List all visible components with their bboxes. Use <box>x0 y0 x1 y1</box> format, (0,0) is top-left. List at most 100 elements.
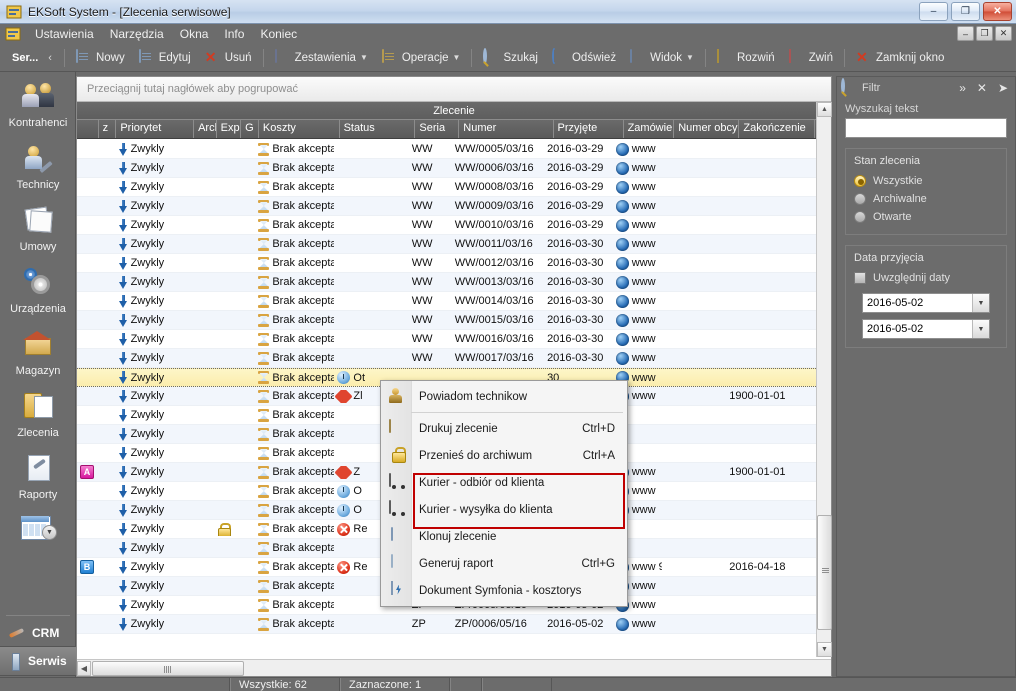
sidebar-item-technicy[interactable]: Technicy <box>0 134 76 196</box>
menu-item-koniec[interactable]: Koniec <box>252 25 305 43</box>
toolbar-button-edytuj[interactable]: Edytuj <box>132 47 198 69</box>
report-doc-icon <box>389 553 407 573</box>
column-header-g[interactable]: G <box>241 120 259 138</box>
sidebar-item-crm[interactable]: CRM <box>0 620 76 646</box>
chevron-down-icon[interactable]: ▼ <box>42 525 57 540</box>
close-button[interactable]: ✕ <box>983 2 1012 21</box>
column-header-prio[interactable]: Priorytet <box>116 120 195 138</box>
toolbar-button-usun[interactable]: ✕ Usuń <box>198 47 259 69</box>
menu-item-okna[interactable]: Okna <box>172 25 217 43</box>
context-menu-item-report-doc[interactable]: Generuj raport Ctrl+G <box>381 550 627 577</box>
pin-icon[interactable]: ➤ <box>995 81 1011 95</box>
chevron-down-icon: ▼ <box>686 53 694 62</box>
priority-arrow-icon <box>118 371 128 384</box>
scroll-left-arrow[interactable]: ◀ <box>77 660 91 676</box>
toolbar-tab-label[interactable]: Ser... <box>0 52 46 64</box>
column-header-status[interactable]: Status <box>340 120 416 138</box>
toolbar-button-szukaj[interactable]: Szukaj <box>476 47 545 69</box>
toolbar-button-zamknij-okno[interactable]: ✕ Zamknij okno <box>849 47 951 69</box>
cell-seria: WW <box>409 295 452 307</box>
vertical-scroll-thumb[interactable] <box>817 515 832 630</box>
minimize-button[interactable]: – <box>919 2 948 21</box>
column-header-zamowie[interactable]: Zamówie <box>624 120 675 138</box>
column-header-numer[interactable]: Numer <box>459 120 554 138</box>
context-menu-item-clone[interactable]: Klonuj zlecenie <box>381 523 627 550</box>
grid-vertical-scrollbar[interactable]: ▲ ▼ <box>816 102 832 657</box>
column-header-seria[interactable]: Seria <box>415 120 460 138</box>
toolbar-button-zestawienia[interactable]: Zestawienia ▼ <box>268 47 375 69</box>
toolbar-button-widok[interactable]: Widok ▼ <box>623 47 701 69</box>
close-icon[interactable]: ✕ <box>974 81 990 95</box>
radio-wszystkie[interactable]: Wszystkie <box>854 172 998 190</box>
table-row[interactable]: Zwykly Brak akceptacj WW WW/0009/03/16 2016-… <box>77 197 816 216</box>
report-icon <box>21 454 55 486</box>
sidebar-item-zlecenia[interactable]: Zlecenia <box>0 382 76 444</box>
table-row[interactable]: Zwykly Brak akceptacj WW WW/0014/03/16 2016-… <box>77 292 816 311</box>
sidebar-item-urzadzenia[interactable]: Urządzenia <box>0 258 76 320</box>
grid-horizontal-scrollbar[interactable]: ◀ <box>77 659 831 676</box>
menu-item-narzedzia[interactable]: Narzędzia <box>102 25 172 43</box>
mdi-close-button[interactable]: ✕ <box>995 26 1012 41</box>
radio-otwarte[interactable]: Otwarte <box>854 208 998 226</box>
toolbar-collapse-icon[interactable]: ‹ <box>46 52 60 64</box>
toolbar-button-odswiez[interactable]: Odśwież <box>545 47 623 69</box>
column-header-przyjete[interactable]: Przyjęte <box>554 120 624 138</box>
sidebar-item-serwis[interactable]: Serwis <box>0 646 76 676</box>
sidebar-item-raporty[interactable]: Raporty <box>0 444 76 506</box>
search-input[interactable] <box>845 118 1007 138</box>
context-menu-item-print[interactable]: Drukuj zlecenie Ctrl+D <box>381 415 627 442</box>
sidebar-item-kontrahenci[interactable]: Kontrahenci <box>0 72 76 134</box>
table-row[interactable]: Zwykly Brak akceptacj WW WW/0006/03/16 2016-… <box>77 159 816 178</box>
checkbox-uwzglednij-daty[interactable]: Uwzględnij daty <box>854 269 998 287</box>
group-by-panel[interactable]: Przeciągnij tutaj nagłówek aby pogrupowa… <box>77 77 831 102</box>
column-header-arch[interactable]: Arch <box>194 120 217 138</box>
date-from-field[interactable]: 2016-05-02 ▼ <box>862 293 990 313</box>
radio-archiwalne[interactable]: Archiwalne <box>854 190 998 208</box>
scroll-up-arrow[interactable]: ▲ <box>817 102 832 117</box>
column-header-exp[interactable]: Exp <box>217 120 242 138</box>
menu-item-info[interactable]: Info <box>216 25 252 43</box>
column-header-badge[interactable] <box>77 120 99 138</box>
table-row[interactable]: Zwykly Brak akceptacj WW WW/0010/03/16 2016-… <box>77 216 816 235</box>
auto-hide-forward-icon[interactable]: » <box>956 81 969 95</box>
mdi-restore-button[interactable]: ❐ <box>976 26 993 41</box>
sidebar-item-calendar[interactable]: ▼ <box>0 506 76 556</box>
context-menu-item-courier-send[interactable]: Kurier - wysyłka do klienta <box>381 496 627 523</box>
column-header-z[interactable]: z <box>99 120 117 138</box>
horizontal-scroll-thumb[interactable] <box>92 660 244 676</box>
context-menu-item-courier-pickup[interactable]: Kurier - odbiór od klienta <box>381 469 627 496</box>
cell-badge: B <box>77 560 98 574</box>
table-row[interactable]: Zwykly Brak akceptacj WW WW/0015/03/16 2016-… <box>77 311 816 330</box>
table-row[interactable]: Zwykly Brak akceptacj ZP ZP/0006/05/16 2016-… <box>77 615 816 634</box>
restore-button[interactable]: ❐ <box>951 2 980 21</box>
table-row[interactable]: Zwykly Brak akceptacj WW WW/0016/03/16 2016-… <box>77 330 816 349</box>
toolbar-button-nowy[interactable]: Nowy <box>69 47 132 69</box>
chevron-down-icon[interactable]: ▼ <box>972 320 989 338</box>
numer-value: WW/0008/03/16 <box>454 181 534 193</box>
toolbar-separator <box>262 48 264 67</box>
toolbar-button-zwin[interactable]: Zwiń <box>782 47 840 69</box>
scroll-down-arrow[interactable]: ▼ <box>817 642 832 657</box>
table-row[interactable]: Zwykly Brak akceptacj WW WW/0013/03/16 2016-… <box>77 273 816 292</box>
date-to-field[interactable]: 2016-05-02 ▼ <box>862 319 990 339</box>
toolbar-button-rozwin[interactable]: Rozwiń <box>710 47 782 69</box>
sidebar-item-magazyn[interactable]: Magazyn <box>0 320 76 382</box>
mdi-minimize-button[interactable]: – <box>957 26 974 41</box>
chevron-down-icon[interactable]: ▼ <box>972 294 989 312</box>
sidebar-item-umowy[interactable]: Umowy <box>0 196 76 258</box>
table-row[interactable]: Zwykly Brak akceptacj WW WW/0011/03/16 2016-… <box>77 235 816 254</box>
context-menu-item-notify-technicians[interactable]: Powiadom technikow <box>381 383 627 410</box>
table-row[interactable]: Zwykly Brak akceptacj WW WW/0005/03/16 2016-… <box>77 140 816 159</box>
column-header-koszty[interactable]: Koszty <box>259 120 340 138</box>
toolbar-button-operacje[interactable]: Operacje ▼ <box>375 47 468 69</box>
context-menu-item-archive-lock[interactable]: Przenieś do archiwum Ctrl+A <box>381 442 627 469</box>
column-header-zakon[interactable]: Zakończenie <box>739 120 816 138</box>
cell-przyjete: 2016-03-30 <box>544 295 613 307</box>
seria-value: WW <box>411 238 433 250</box>
table-row[interactable]: Zwykly Brak akceptacj WW WW/0017/03/16 2016-… <box>77 349 816 368</box>
table-row[interactable]: Zwykly Brak akceptacj WW WW/0012/03/16 2016-… <box>77 254 816 273</box>
table-row[interactable]: Zwykly Brak akceptacj WW WW/0008/03/16 2016-… <box>77 178 816 197</box>
menu-item-ustawienia[interactable]: Ustawienia <box>27 25 102 43</box>
context-menu-item-symfonia-doc[interactable]: Dokument Symfonia - kosztorys <box>381 577 627 604</box>
column-header-obcy[interactable]: Numer obcy <box>674 120 740 138</box>
